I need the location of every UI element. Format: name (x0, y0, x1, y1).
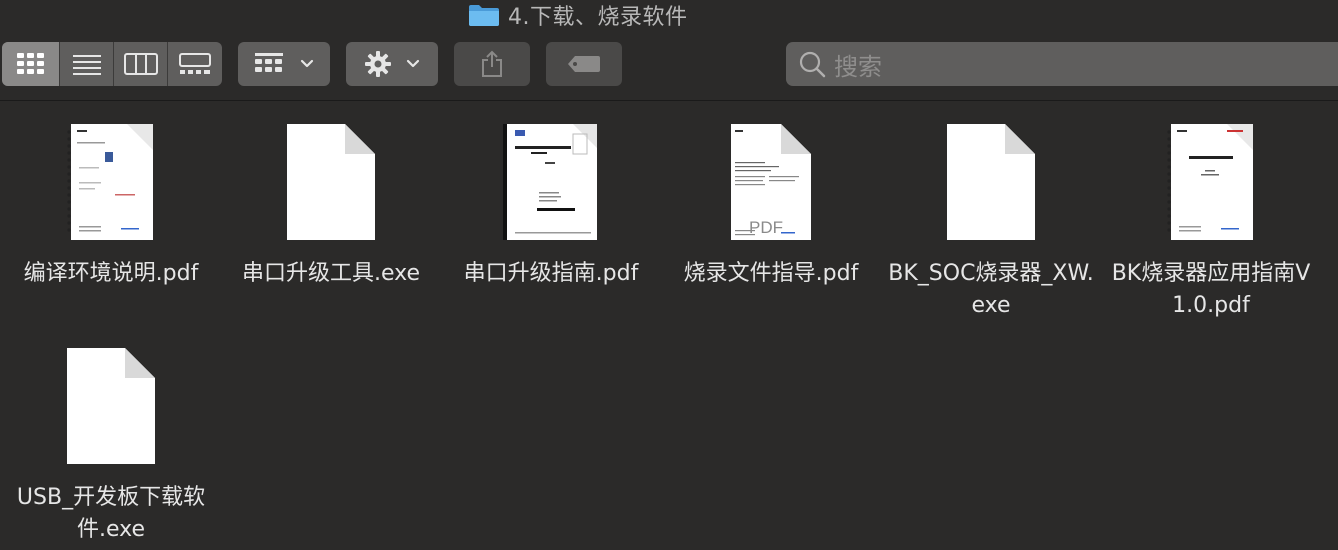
chevron-down-icon (300, 59, 314, 68)
icon-view-button[interactable] (2, 42, 60, 86)
title-bar: 4.下载、烧录软件 (0, 0, 1338, 30)
file-item-serial-upgrade-guide-pdf[interactable]: 串口升级指南.pdf (446, 118, 656, 290)
column-view-icon (123, 53, 158, 75)
file-item-usb-download-software-exe[interactable]: USB_开发板下载软件.exe (6, 342, 216, 546)
tag-button[interactable] (546, 42, 622, 86)
blank-document-icon (67, 348, 155, 464)
file-item-compile-env-pdf[interactable]: 编译环境说明.pdf (6, 118, 216, 290)
toolbar-divider (0, 100, 1338, 101)
window-title-group: 4.下载、烧录软件 (468, 1, 688, 30)
tag-icon (568, 56, 600, 72)
blank-document-icon (287, 124, 375, 240)
gear-icon (365, 51, 391, 77)
group-by-button[interactable] (238, 42, 330, 86)
chevron-down-icon (406, 59, 420, 68)
action-button[interactable] (346, 42, 438, 86)
file-item-bk-flasher-guide-pdf[interactable]: BK烧录器应用指南V1.0.pdf (1106, 118, 1316, 322)
gallery-view-icon (179, 53, 211, 74)
search-field[interactable]: 搜索 (786, 42, 1338, 86)
file-name: 编译环境说明.pdf (23, 261, 199, 286)
pdf-badge: PDF (749, 218, 783, 237)
toolbar: 搜索 (0, 30, 1338, 100)
file-name: 烧录文件指导.pdf (683, 261, 859, 286)
search-icon (799, 51, 826, 78)
file-name: 串口升级工具.exe (241, 261, 421, 286)
file-item-serial-upgrade-tool-exe[interactable]: 串口升级工具.exe (226, 118, 436, 290)
file-item-bk-soc-flasher-exe[interactable]: BK_SOC烧录器_XW.exe (886, 118, 1096, 322)
column-view-button[interactable] (114, 42, 168, 86)
window-title: 4.下载、烧录软件 (508, 5, 688, 30)
search-input[interactable]: 搜索 (834, 47, 882, 82)
blank-document-icon (947, 124, 1035, 240)
file-item-flash-file-guide-pdf[interactable]: PDF 烧录文件指导.pdf (666, 118, 876, 290)
pdf-document-icon (67, 124, 153, 240)
share-button[interactable] (454, 42, 530, 86)
gallery-view-button[interactable] (168, 42, 222, 86)
folder-icon (469, 5, 499, 26)
file-name: BK烧录器应用指南V1.0.pdf (1111, 261, 1311, 318)
list-view-button[interactable] (60, 42, 114, 86)
list-view-icon (72, 55, 101, 75)
icon-view-icon (16, 53, 44, 74)
group-grid-icon (255, 53, 283, 72)
pdf-document-icon (1167, 124, 1253, 240)
file-name: USB_开发板下载软件.exe (16, 485, 206, 542)
pdf-document-icon (503, 124, 597, 240)
file-name: BK_SOC烧录器_XW.exe (888, 261, 1094, 318)
file-name: 串口升级指南.pdf (463, 261, 639, 286)
share-icon (482, 50, 502, 77)
view-mode-selector (2, 42, 222, 86)
